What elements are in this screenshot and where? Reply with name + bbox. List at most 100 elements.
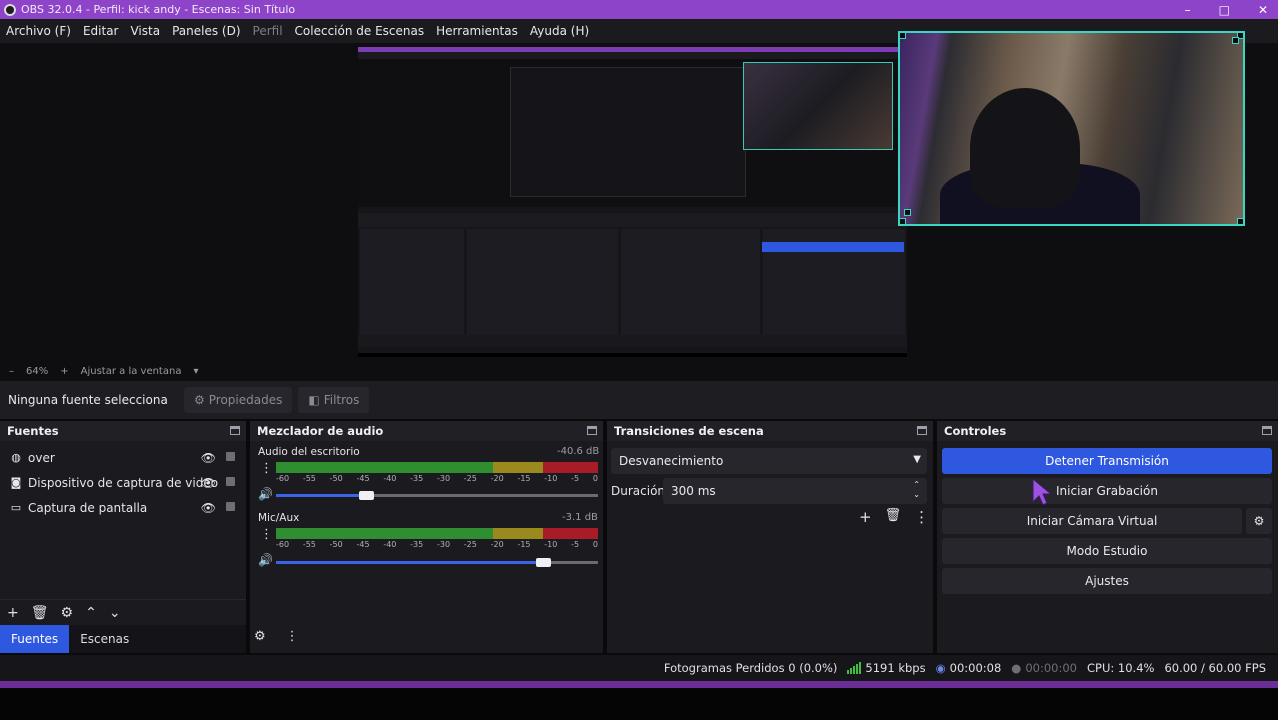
sources-toolbar: + 🗑 ⚙ ⌃ ⌄ bbox=[0, 599, 246, 625]
record-icon: ● bbox=[1011, 661, 1022, 675]
add-icon[interactable]: + bbox=[859, 508, 872, 526]
menu-help[interactable]: Ayuda (H) bbox=[530, 24, 589, 38]
menu-profile[interactable]: Perfil bbox=[253, 24, 283, 38]
meter-tick-label: -40 bbox=[383, 474, 397, 483]
meter-tick-label: -55 bbox=[302, 540, 316, 549]
bitrate: 5191 kbps bbox=[865, 661, 926, 675]
meter-tick-label: -20 bbox=[490, 474, 504, 483]
start-recording-button[interactable]: Iniciar Grabación bbox=[942, 478, 1272, 504]
meter-tick-label: -10 bbox=[544, 540, 558, 549]
meter-tick-label: -45 bbox=[356, 540, 370, 549]
filters-button[interactable]: ◧ Filtros bbox=[298, 387, 370, 413]
lock-icon[interactable] bbox=[226, 452, 235, 461]
kebab-icon[interactable]: ⋮ bbox=[260, 461, 273, 476]
lock-icon[interactable] bbox=[226, 502, 235, 511]
speaker-icon[interactable]: 🔊 bbox=[258, 487, 273, 501]
menu-view[interactable]: Vista bbox=[130, 24, 160, 38]
source-toolbar: Ninguna fuente selecciona ⚙ Propiedades ◧… bbox=[0, 381, 1278, 419]
window-title: OBS 32.0.4 - Perfil: kick andy - Escenas… bbox=[21, 3, 296, 16]
add-icon[interactable]: + bbox=[7, 605, 19, 621]
move-up-icon[interactable]: ⌃ bbox=[85, 605, 97, 621]
meter-tick-label: -25 bbox=[463, 474, 477, 483]
source-item-over[interactable]: ◍ over 👁 bbox=[0, 445, 246, 470]
kebab-icon[interactable]: ⋮ bbox=[286, 629, 299, 644]
kebab-icon[interactable]: ⋮ bbox=[260, 527, 273, 542]
duration-label: Duración bbox=[611, 484, 666, 498]
close-button[interactable]: ✕ bbox=[1258, 3, 1268, 17]
zoom-in-button[interactable]: + bbox=[60, 366, 68, 377]
meter-tick-label: 0 bbox=[592, 474, 598, 483]
meter-tick-label: -40 bbox=[383, 540, 397, 549]
menu-file[interactable]: Archivo (F) bbox=[6, 24, 71, 38]
minimize-button[interactable]: – bbox=[1185, 3, 1191, 17]
resize-handle[interactable] bbox=[1232, 37, 1239, 44]
gear-icon[interactable]: ⚙ bbox=[1246, 508, 1272, 534]
properties-button[interactable]: ⚙ Propiedades bbox=[184, 387, 293, 413]
meter-tick-label: -15 bbox=[517, 540, 531, 549]
gear-icon[interactable]: ⚙ bbox=[61, 605, 74, 621]
maximize-button[interactable]: □ bbox=[1219, 3, 1230, 17]
audio-meter bbox=[276, 462, 598, 473]
undock-icon[interactable] bbox=[587, 426, 597, 435]
resize-handle[interactable] bbox=[1237, 218, 1243, 224]
studio-mode-button[interactable]: Modo Estudio bbox=[942, 538, 1272, 564]
transition-select[interactable]: Desvanecimiento ▼ bbox=[611, 448, 927, 474]
spin-arrows-icon[interactable]: ⌃ ⌄ bbox=[913, 480, 920, 500]
eye-icon[interactable]: 👁 bbox=[201, 501, 216, 515]
undock-icon[interactable] bbox=[917, 426, 927, 435]
start-virtual-camera-button[interactable]: Iniciar Cámara Virtual bbox=[942, 508, 1242, 534]
globe-icon: ◍ bbox=[11, 451, 21, 464]
dock-title: Fuentes bbox=[7, 424, 59, 438]
lock-icon[interactable] bbox=[226, 477, 235, 486]
channel-name: Mic/Aux bbox=[258, 512, 300, 524]
screen-capture-preview bbox=[358, 47, 907, 357]
speaker-icon[interactable]: 🔊 bbox=[258, 553, 273, 567]
mixer-toolbar: ⚙ ⋮ bbox=[254, 629, 299, 644]
advanced-audio-icon[interactable]: ⚙ bbox=[254, 629, 266, 644]
meter-tick-label: -10 bbox=[544, 474, 558, 483]
resize-handle[interactable] bbox=[904, 209, 911, 216]
resize-handle[interactable] bbox=[900, 218, 906, 224]
undock-icon[interactable] bbox=[230, 426, 240, 435]
meter-tick-label: -15 bbox=[517, 474, 531, 483]
meter-tick-label: -45 bbox=[356, 474, 370, 483]
trash-icon[interactable]: 🗑 bbox=[885, 508, 902, 526]
tab-sources[interactable]: Fuentes bbox=[0, 625, 70, 653]
volume-handle[interactable] bbox=[359, 491, 374, 500]
trash-icon[interactable]: 🗑 bbox=[31, 605, 49, 621]
meter-tick-label: 0 bbox=[592, 540, 598, 549]
menu-edit[interactable]: Editar bbox=[83, 24, 119, 38]
source-item-screen-capture[interactable]: ▭ Captura de pantalla 👁 bbox=[0, 495, 246, 520]
move-down-icon[interactable]: ⌄ bbox=[109, 605, 121, 621]
stop-streaming-button[interactable]: Detener Transmisión bbox=[942, 448, 1272, 474]
eye-icon[interactable]: 👁 bbox=[201, 476, 216, 490]
meter-tick-label: -60 bbox=[276, 540, 290, 549]
tab-scenes[interactable]: Escenas bbox=[69, 625, 140, 653]
chevron-down-icon[interactable]: ▾ bbox=[193, 366, 198, 377]
dock-tabs: Fuentes Escenas bbox=[0, 625, 246, 653]
eye-icon[interactable]: 👁 bbox=[201, 451, 216, 465]
transition-toolbar: + 🗑 ⋮ bbox=[859, 508, 929, 526]
menu-tools[interactable]: Herramientas bbox=[436, 24, 518, 38]
obs-logo-icon bbox=[4, 3, 16, 16]
mouse-cursor-icon bbox=[1032, 478, 1052, 506]
resize-handle[interactable] bbox=[900, 33, 906, 39]
status-bar: Fotogramas Perdidos 0 (0.0%) 5191 kbps ◉… bbox=[0, 655, 1278, 681]
zoom-out-button[interactable]: – bbox=[9, 366, 14, 377]
volume-handle[interactable] bbox=[536, 558, 551, 567]
undock-icon[interactable] bbox=[1262, 426, 1272, 435]
kebab-icon[interactable]: ⋮ bbox=[914, 508, 929, 526]
menu-scene-collection[interactable]: Colección de Escenas bbox=[295, 24, 425, 38]
zoom-fit-select[interactable]: Ajustar a la ventana bbox=[81, 366, 182, 377]
menu-docks[interactable]: Paneles (D) bbox=[172, 24, 240, 38]
nested-webcam bbox=[743, 62, 893, 150]
webcam-source[interactable] bbox=[898, 31, 1245, 226]
settings-button[interactable]: Ajustes bbox=[942, 568, 1272, 594]
meter-tick-label: -35 bbox=[410, 474, 424, 483]
zoom-percent: 64% bbox=[26, 365, 49, 377]
dock-title: Controles bbox=[944, 424, 1007, 438]
duration-input[interactable]: 300 ms ⌃ ⌄ bbox=[663, 478, 927, 504]
window-controls: – □ ✕ bbox=[1185, 0, 1268, 19]
source-item-video-capture[interactable]: ◙ Dispositivo de captura de video 👁 bbox=[0, 470, 246, 495]
meter-tick-label: -55 bbox=[302, 474, 316, 483]
